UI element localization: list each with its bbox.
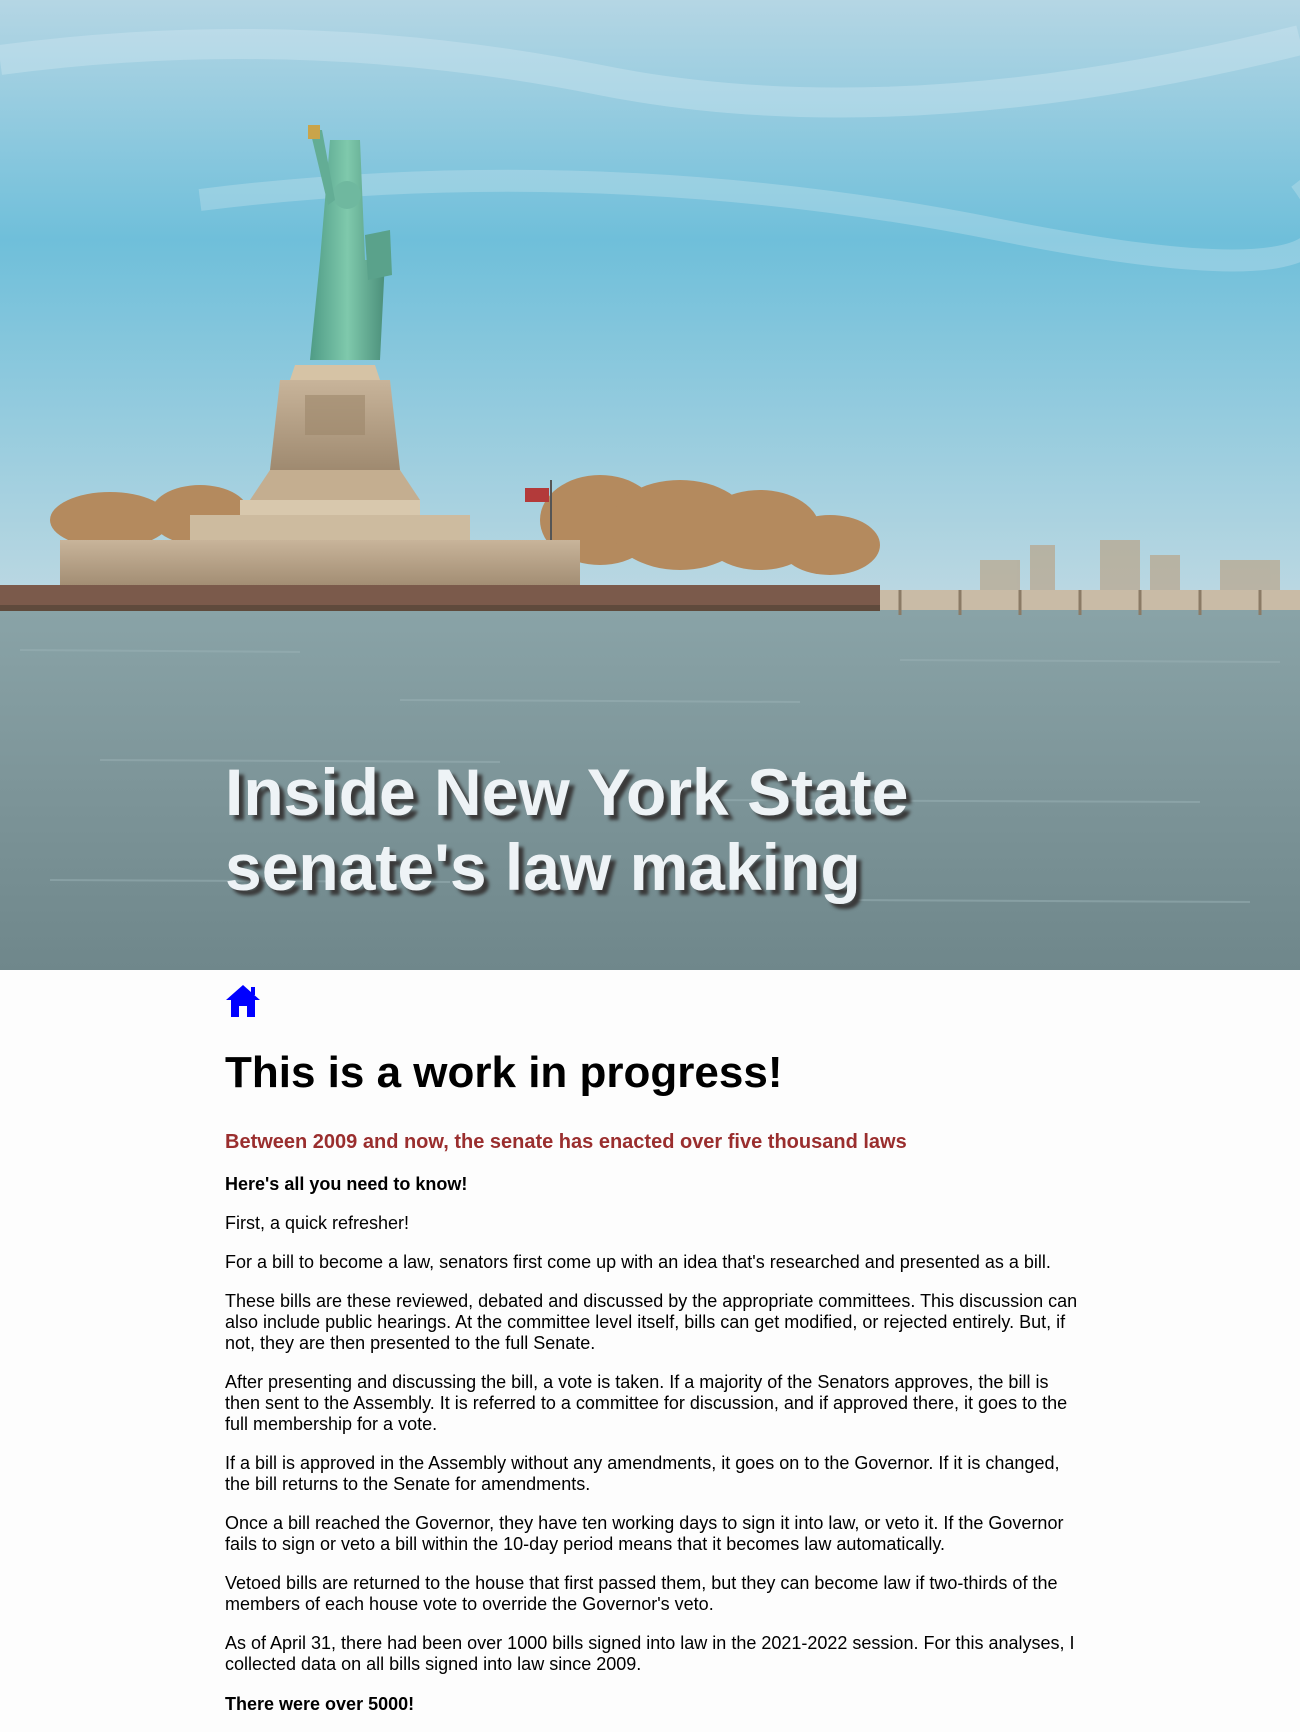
paragraph: First, a quick refresher!: [225, 1213, 410, 1233]
paragraph: After presenting and discussing the bill…: [225, 1372, 1068, 1434]
lede-text: Between 2009 and now, the senate has ena…: [225, 1131, 907, 1153]
hero-title-line-1: Inside New York State: [225, 755, 909, 829]
paragraph: Once a bill reached the Governor, they h…: [225, 1513, 1064, 1554]
callout-text: Here's all you need to know!: [225, 1174, 468, 1194]
hero-title-line-2: senate's law making: [225, 830, 861, 904]
home-icon: [226, 985, 260, 1017]
hero-title: Inside New York State senate's law makin…: [225, 755, 1125, 905]
paragraph: If a bill is approved in the Assembly wi…: [225, 1453, 1060, 1494]
main-content: This is a work in progress! Between 2009…: [225, 970, 1085, 1715]
closing-text: There were over 5000!: [225, 1694, 415, 1714]
paragraph: For a bill to become a law, senators fir…: [225, 1252, 1051, 1272]
hero-banner: Inside New York State senate's law makin…: [0, 0, 1300, 970]
home-link[interactable]: [225, 984, 261, 1018]
page-heading: This is a work in progress!: [225, 1048, 783, 1097]
paragraph: Vetoed bills are returned to the house t…: [225, 1573, 1058, 1614]
paragraph: As of April 31, there had been over 1000…: [225, 1633, 1075, 1674]
paragraph: These bills are these reviewed, debated …: [225, 1291, 1078, 1353]
